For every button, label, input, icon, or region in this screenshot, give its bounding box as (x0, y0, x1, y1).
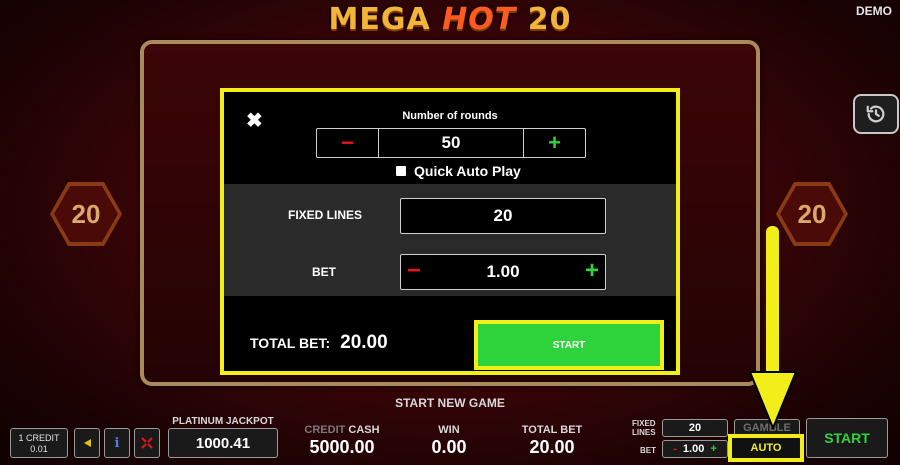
total-bet: TOTAL BET: 20.00 (250, 332, 388, 354)
jackpot-value: 1000.41 (168, 428, 278, 458)
win-stat: WIN 0.00 (414, 424, 484, 458)
fixed-lines-field: 20 (400, 198, 606, 234)
bottom-bet-increase-button[interactable]: + (710, 443, 716, 455)
history-icon (866, 105, 885, 123)
win-label: WIN (438, 424, 460, 436)
bet-stepper: − 1.00 + (400, 254, 606, 290)
demo-badge: DEMO (856, 4, 892, 18)
bottom-bet-decrease-button[interactable]: - (673, 443, 677, 455)
autoplay-dialog: ✖ Number of rounds − 50 + Quick Auto Pla… (220, 88, 680, 375)
settings-section: FIXED LINES 20 BET − 1.00 + (224, 184, 676, 296)
game-title: MEGA HOT 20 (0, 2, 900, 37)
cash-stat: CREDIT CASH 5000.00 (300, 424, 384, 458)
title-number: 20 (516, 2, 572, 37)
bottom-fixed-lines-label: FIXED LINES (632, 419, 656, 437)
lines-badge-left: 20 (50, 182, 122, 246)
rounds-value: 50 (441, 133, 461, 152)
bottom-total-bet-value: 20.00 (529, 437, 575, 457)
quick-auto-play[interactable]: Quick Auto Play (396, 163, 521, 179)
total-bet-stat: TOTAL BET 20.00 (514, 424, 590, 458)
bet-decrease-button[interactable]: − (407, 257, 421, 285)
bottom-bet-stepper: - 1.00 + (662, 440, 728, 458)
bet-increase-button[interactable]: + (585, 257, 599, 285)
fullscreen-button[interactable] (134, 428, 160, 458)
cash-toggle-label: CASH (348, 424, 380, 436)
title-hot: HOT (442, 2, 517, 37)
quick-auto-label: Quick Auto Play (414, 163, 521, 179)
cash-label: CREDIT CASH (300, 424, 384, 436)
credit-label: 1 CREDIT (18, 433, 60, 443)
arrow-pointer-icon (749, 226, 797, 429)
bottom-bet-label: BET (640, 446, 656, 455)
rounds-decrease-button[interactable]: − (317, 129, 379, 157)
credit-denomination: 0.01 (30, 444, 48, 454)
bet-value: 1.00 (486, 262, 520, 281)
credit-toggle-label: CREDIT (304, 424, 346, 436)
title-mega: MEGA (328, 2, 443, 37)
sound-icon (84, 439, 91, 447)
auto-button[interactable]: AUTO (728, 434, 804, 462)
total-bet-label: TOTAL BET: (250, 335, 331, 351)
win-value: 0.00 (431, 437, 467, 457)
bottom-total-bet-label: TOTAL BET (521, 424, 583, 436)
total-bet-value: 20.00 (340, 332, 388, 353)
rounds-label: Number of rounds (402, 110, 498, 122)
autoplay-start-button[interactable]: START (474, 320, 664, 370)
rounds-section: ✖ Number of rounds − 50 + Quick Auto Pla… (224, 92, 676, 184)
jackpot-label: PLATINUM JACKPOT (172, 416, 274, 427)
quick-auto-checkbox[interactable] (396, 166, 406, 176)
fixed-lines-value: 20 (493, 206, 513, 225)
rounds-increase-button[interactable]: + (523, 129, 585, 157)
bottom-bet-value: 1.00 (682, 443, 705, 455)
info-button[interactable]: i (104, 428, 130, 458)
fullscreen-icon (141, 437, 153, 449)
info-icon: i (114, 435, 120, 451)
sound-button[interactable] (74, 428, 100, 458)
history-button[interactable] (853, 94, 899, 134)
credit-value-selector[interactable]: 1 CREDIT 0.01 (10, 428, 68, 458)
lines-badge-right-value: 20 (797, 198, 827, 229)
cash-value: 5000.00 (309, 437, 375, 457)
start-button[interactable]: START (806, 418, 888, 458)
lines-badge-left-value: 20 (71, 198, 101, 229)
rounds-stepper: − 50 + (316, 128, 586, 158)
bet-label: BET (312, 265, 336, 279)
fixed-lines-label: FIXED LINES (288, 208, 363, 222)
bottom-fixed-lines-value: 20 (662, 419, 728, 437)
